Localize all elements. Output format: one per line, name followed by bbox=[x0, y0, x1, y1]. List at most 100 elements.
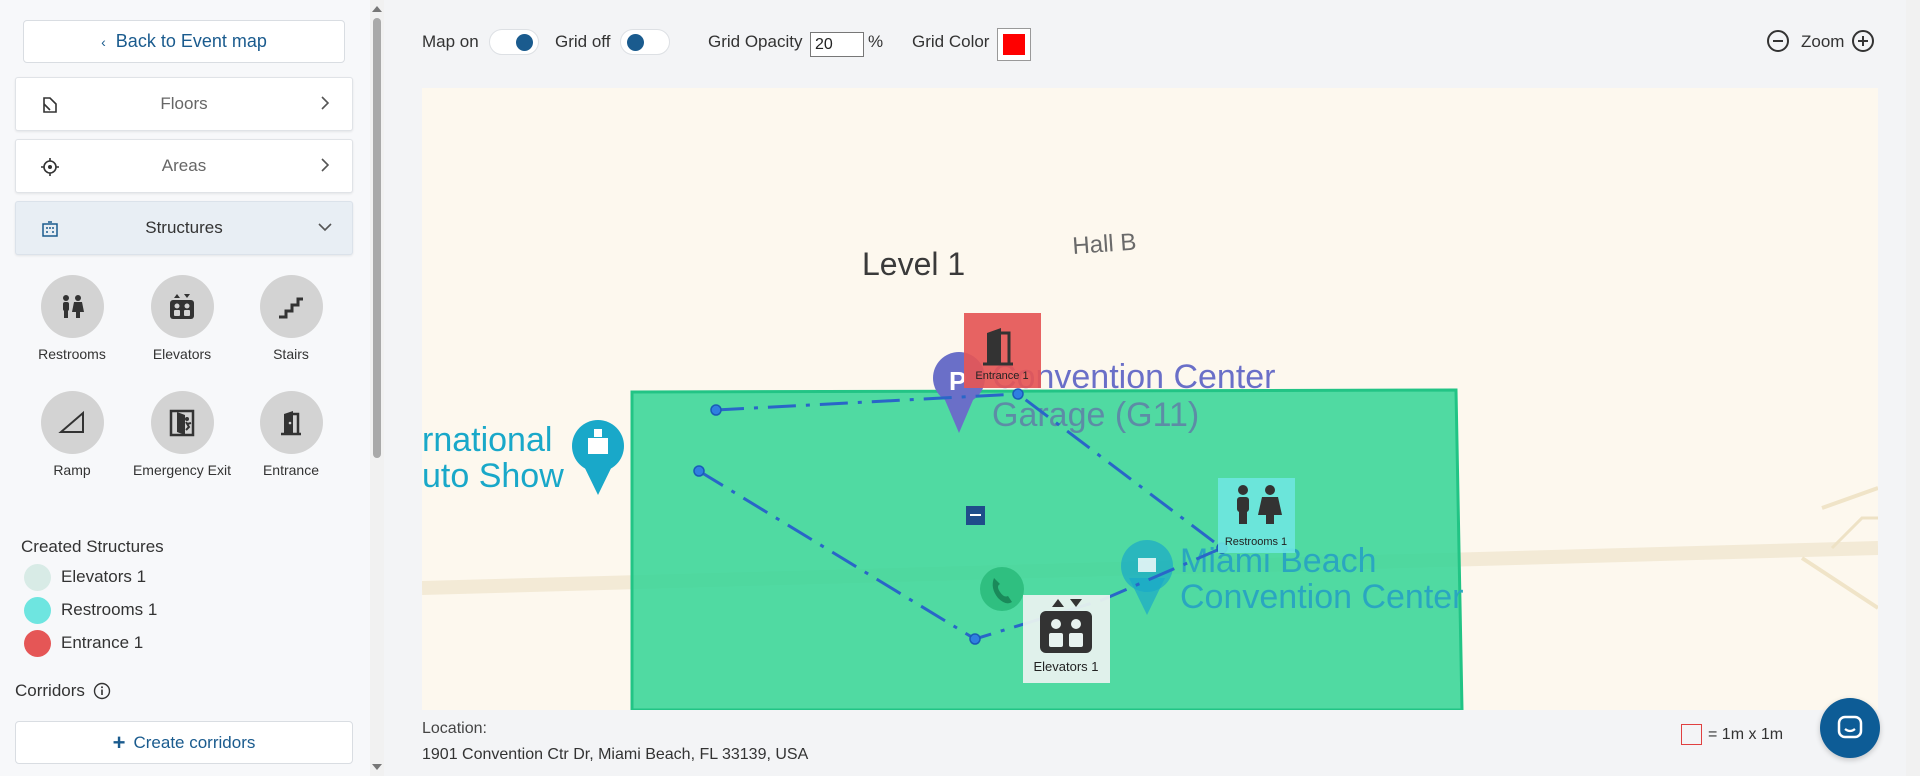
elevators-marker: Elevators 1 bbox=[1023, 595, 1110, 683]
grid-toggle-label: Grid off bbox=[555, 32, 611, 51]
elevator-icon bbox=[170, 293, 194, 319]
structure-type-label: Restrooms bbox=[38, 346, 106, 362]
floors-label: Floors bbox=[160, 94, 208, 113]
main-scrollbar[interactable] bbox=[1906, 0, 1920, 776]
building-icon bbox=[42, 221, 58, 237]
structure-type-ramp[interactable]: Ramp bbox=[17, 391, 127, 478]
created-structure-label: Entrance 1 bbox=[61, 633, 144, 652]
svg-text:P: P bbox=[949, 366, 966, 396]
location-value: 1901 Convention Ctr Dr, Miami Beach, FL … bbox=[422, 746, 809, 763]
structure-type-entrance[interactable]: Entrance bbox=[236, 391, 346, 478]
structure-type-label: Elevators bbox=[152, 346, 212, 362]
restrooms-marker: Restrooms 1 bbox=[1218, 478, 1295, 553]
created-structure-item[interactable]: Entrance 1 bbox=[24, 629, 143, 657]
corridor-node bbox=[969, 633, 981, 645]
chevron-right-icon bbox=[321, 158, 330, 172]
structure-type-stairs[interactable]: Stairs bbox=[236, 275, 346, 362]
structure-type-elevators[interactable]: Elevators bbox=[127, 275, 237, 362]
elevators-marker-label: Elevators 1 bbox=[1033, 659, 1098, 674]
phone-pin-icon bbox=[980, 567, 1024, 611]
grid-color-swatch bbox=[1003, 34, 1025, 55]
structure-type-label: Entrance bbox=[262, 462, 320, 478]
structure-type-emergency-exit[interactable]: Emergency Exit bbox=[127, 391, 237, 478]
scroll-up-arrow-icon[interactable] bbox=[372, 6, 382, 12]
structures-label: Structures bbox=[145, 218, 223, 237]
back-to-event-map-button[interactable]: ‹ Back to Event map bbox=[23, 20, 345, 63]
structure-type-label: Ramp bbox=[53, 462, 91, 478]
floors-section[interactable]: Floors bbox=[15, 77, 353, 131]
chat-icon bbox=[1837, 715, 1863, 739]
structures-section[interactable]: Structures bbox=[15, 201, 353, 255]
map-canvas[interactable]: Level 1 Hall B P Convention Center Garag… bbox=[422, 88, 1878, 710]
create-corridors-button[interactable]: + Create corridors bbox=[15, 721, 353, 764]
corridor-node bbox=[693, 465, 705, 477]
entrance-marker: Entrance 1 bbox=[964, 313, 1041, 388]
location-label: Location: bbox=[422, 720, 487, 737]
structure-type-label: Emergency Exit bbox=[132, 462, 232, 478]
sidebar-scrollbar[interactable] bbox=[370, 0, 384, 776]
stairs-icon bbox=[279, 297, 303, 318]
created-structure-label: Elevators 1 bbox=[61, 567, 147, 586]
back-label: Back to Event map bbox=[115, 31, 267, 51]
map-label-garage-2: Garage (G11) bbox=[992, 396, 1199, 434]
map-label-level: Level 1 bbox=[862, 246, 965, 282]
grid-scale-legend: = 1m x 1m bbox=[1681, 724, 1783, 745]
floors-icon bbox=[43, 97, 57, 113]
zoom-in-icon[interactable] bbox=[1852, 30, 1874, 52]
map-label-hall: Hall B bbox=[1072, 229, 1138, 260]
map-label-show-2: uto Show bbox=[422, 457, 564, 495]
map-toolbar: Map on Grid off Grid Opacity % Grid Colo… bbox=[384, 0, 1920, 88]
areas-section[interactable]: Areas bbox=[15, 139, 353, 193]
corridor-node bbox=[710, 404, 722, 416]
map-toggle[interactable] bbox=[489, 29, 539, 55]
restroom-icon-circle bbox=[40, 275, 104, 338]
map-drawing: Level 1 Hall B P Convention Center Garag… bbox=[422, 229, 1878, 710]
grid-opacity-label: Grid Opacity bbox=[708, 32, 803, 51]
created-structure-item[interactable]: Restrooms 1 bbox=[24, 596, 157, 624]
main-panel: Map on Grid off Grid Opacity % Grid Colo… bbox=[384, 0, 1920, 776]
map-toggle-label: Map on bbox=[422, 32, 479, 51]
zoom-label: Zoom bbox=[1801, 32, 1845, 51]
chevron-right-icon bbox=[321, 96, 330, 110]
info-icon[interactable] bbox=[93, 682, 111, 700]
color-dot bbox=[24, 563, 51, 591]
grid-toggle[interactable] bbox=[620, 29, 670, 55]
entrance-icon bbox=[281, 410, 301, 435]
created-structure-label: Restrooms 1 bbox=[61, 600, 158, 619]
scroll-down-arrow-icon[interactable] bbox=[372, 764, 382, 770]
structure-type-label: Stairs bbox=[273, 346, 309, 362]
plus-icon: + bbox=[112, 729, 126, 755]
emergency-exit-icon-circle bbox=[150, 391, 214, 454]
create-corridors-label: Create corridors bbox=[133, 732, 256, 752]
scrollbar-thumb[interactable] bbox=[373, 18, 381, 458]
chevron-left-icon: ‹ bbox=[101, 33, 106, 50]
map-label-show-1: rnational bbox=[422, 421, 552, 459]
grid-cell-swatch bbox=[1681, 724, 1702, 745]
restrooms-marker-label: Restrooms 1 bbox=[1225, 536, 1287, 548]
color-dot bbox=[24, 596, 51, 624]
restroom-icon bbox=[63, 294, 84, 318]
corridors-label: Corridors bbox=[15, 681, 85, 700]
chat-button[interactable] bbox=[1820, 698, 1880, 758]
entrance-icon-circle bbox=[259, 391, 323, 454]
created-structures-title: Created Structures bbox=[21, 537, 164, 556]
scale-label: = 1m x 1m bbox=[1708, 725, 1784, 743]
created-structure-item[interactable]: Elevators 1 bbox=[24, 563, 146, 591]
sidebar: ‹ Back to Event map Floors Areas Structu… bbox=[0, 0, 384, 776]
percent-unit: % bbox=[868, 32, 884, 51]
map-label-center-2: Convention Center bbox=[1180, 578, 1464, 616]
grid-color-label: Grid Color bbox=[912, 32, 990, 51]
stairs-icon-circle bbox=[259, 275, 323, 338]
grid-opacity-input[interactable] bbox=[810, 32, 864, 57]
museum-pin-icon bbox=[572, 420, 624, 495]
zoom-out-icon[interactable] bbox=[1767, 30, 1789, 52]
target-icon bbox=[41, 158, 59, 176]
toggle-knob bbox=[627, 34, 644, 51]
entrance-marker-label: Entrance 1 bbox=[975, 370, 1028, 382]
grid-color-picker[interactable] bbox=[997, 28, 1031, 61]
emergency-exit-icon bbox=[169, 409, 195, 436]
areas-label: Areas bbox=[161, 156, 207, 175]
structure-type-restrooms[interactable]: Restrooms bbox=[17, 275, 127, 362]
corridor-node bbox=[1012, 388, 1024, 400]
elevator-icon-circle bbox=[150, 275, 214, 338]
